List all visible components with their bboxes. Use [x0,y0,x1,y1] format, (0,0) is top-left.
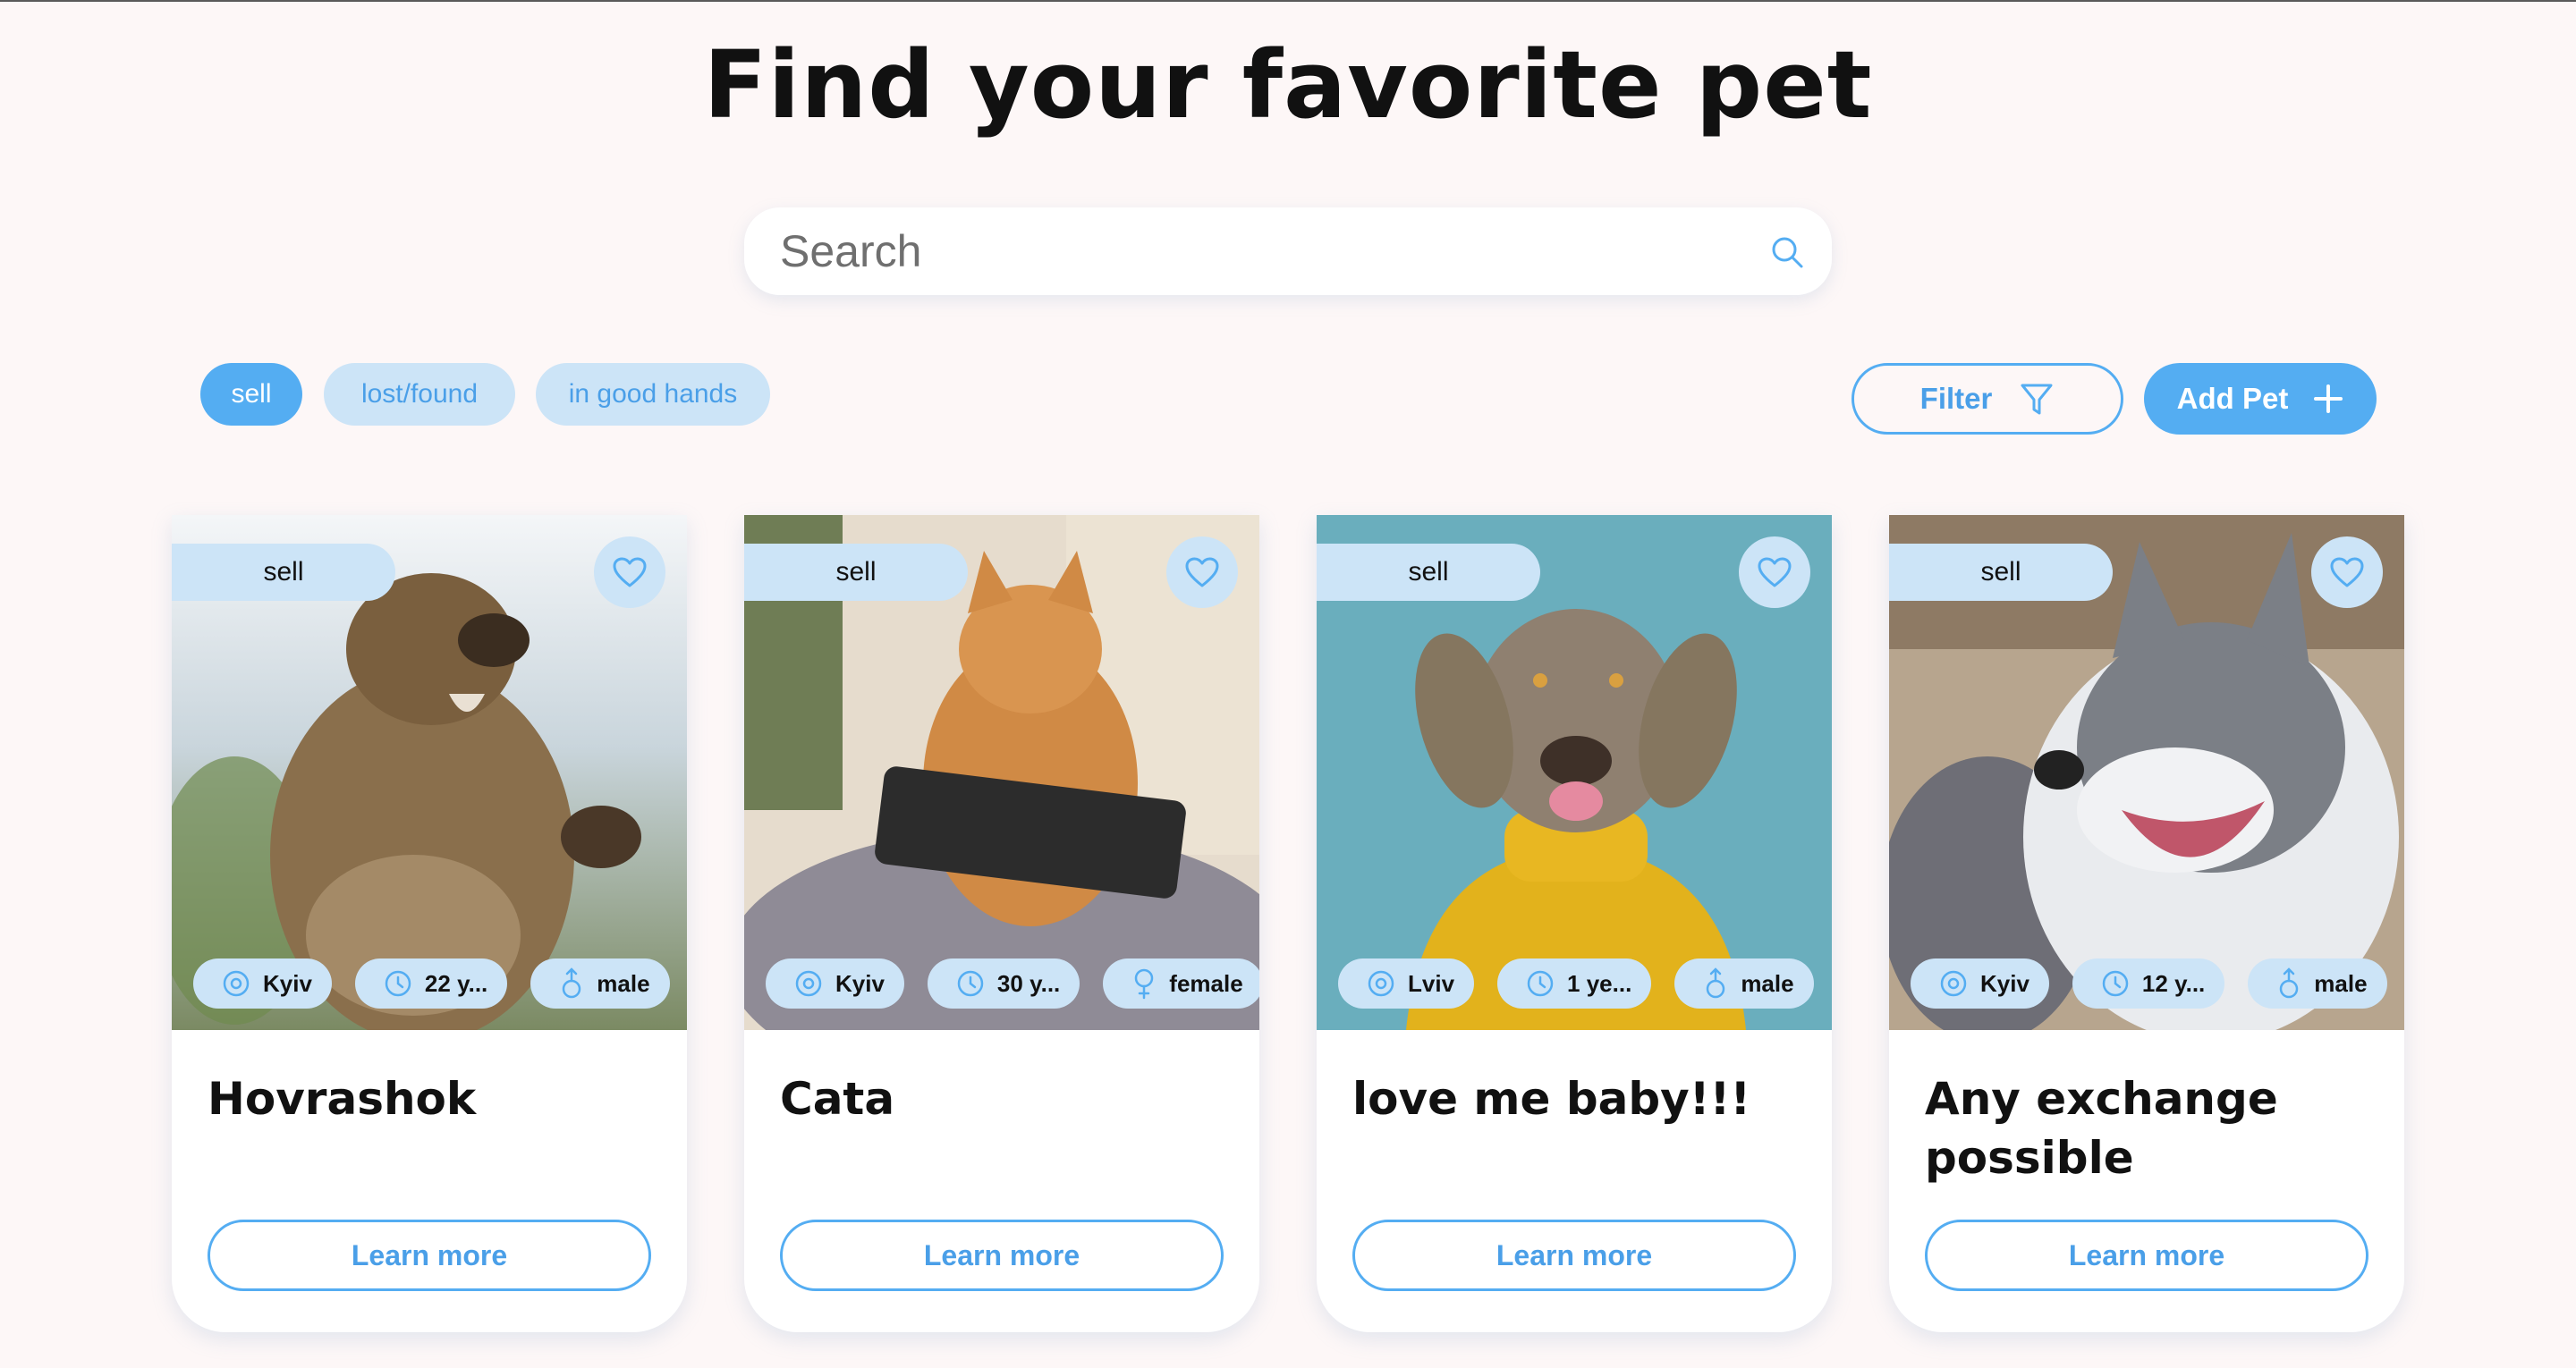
pet-info-tags: Lviv 1 ye... male [1338,958,1814,1009]
learn-more-button[interactable]: Learn more [1925,1220,2368,1291]
page-title: Find your favorite pet [703,30,1873,139]
location-tag: Lviv [1338,958,1475,1009]
age-label: 1 ye... [1567,969,1632,997]
heart-icon [2330,557,2364,587]
pet-card: sell Kyiv 30 y... female Cata Learn more [744,515,1259,1332]
search-icon[interactable] [1769,234,1805,270]
male-icon [563,967,581,999]
age-tag: 12 y... [2072,958,2225,1009]
location-label: Lviv [1408,969,1455,997]
age-label: 12 y... [2141,969,2206,997]
age-tag: 22 y... [354,958,508,1009]
heart-icon [613,557,647,587]
funnel-icon [2021,384,2053,415]
category-badge: sell [1889,544,2113,601]
pet-photo[interactable]: sell Kyiv 12 y... male [1889,515,2404,1030]
pet-title: Hovrashok [208,1073,477,1125]
sex-label: male [597,969,650,997]
female-icon [1135,968,1154,1000]
location-label: Kyiv [1980,969,2029,997]
pet-title: love me baby!!! [1352,1073,1751,1125]
favorite-button[interactable] [594,536,665,608]
pet-photo[interactable]: sell Kyiv 22 y... male [172,515,687,1030]
pet-info-tags: Kyiv 22 y... male [193,958,670,1009]
location-tag: Kyiv [766,958,904,1009]
age-tag: 30 y... [927,958,1080,1009]
location-pin-icon [795,970,822,997]
clock-icon [2102,970,2129,997]
sex-label: male [1741,969,1794,997]
add-pet-label: Add Pet [2176,382,2289,415]
filter-button[interactable]: Filter [1852,363,2123,435]
age-label: 30 y... [996,969,1061,997]
clock-icon [957,970,984,997]
sex-tag: male [530,958,670,1009]
sex-label: male [2314,969,2368,997]
location-label: Kyiv [263,969,312,997]
sex-tag: female [1103,958,1259,1009]
filter-label: Filter [1919,382,1993,415]
location-pin-icon [1368,970,1394,997]
male-icon [2280,967,2299,999]
pet-card: sell Kyiv 22 y... male Hovrashok Learn m… [172,515,687,1332]
page: Find your favorite pet sell lost/found i… [0,0,2576,1368]
pet-title: Cata [780,1073,895,1125]
pet-card: sell Lviv 1 ye... male love me baby!!! L… [1317,515,1832,1332]
location-label: Kyiv [835,969,885,997]
learn-more-button[interactable]: Learn more [1352,1220,1796,1291]
category-sell[interactable]: sell [200,363,302,426]
category-badge: sell [172,544,395,601]
pet-card: sell Kyiv 12 y... male Any exchange poss… [1889,515,2404,1332]
age-tag: 1 ye... [1497,958,1652,1009]
clock-icon [385,970,411,997]
favorite-button[interactable] [1166,536,1238,608]
category-badge: sell [744,544,968,601]
pet-title: Any exchange possible [1925,1073,2278,1184]
location-pin-icon [1940,970,1967,997]
sex-tag: male [2248,958,2387,1009]
learn-more-button[interactable]: Learn more [208,1220,651,1291]
pet-info-tags: Kyiv 12 y... male [1911,958,2387,1009]
heart-icon [1758,557,1792,587]
location-pin-icon [223,970,250,997]
category-badge: sell [1317,544,1540,601]
add-pet-button[interactable]: Add Pet [2144,363,2377,435]
pet-photo[interactable]: sell Lviv 1 ye... male [1317,515,1832,1030]
plus-icon [2314,384,2343,413]
favorite-button[interactable] [2311,536,2383,608]
age-label: 22 y... [424,969,488,997]
clock-icon [1527,970,1554,997]
location-tag: Kyiv [193,958,332,1009]
heart-icon [1185,557,1219,587]
sex-label: female [1169,969,1243,997]
learn-more-button[interactable]: Learn more [780,1220,1224,1291]
search-input[interactable] [780,207,1746,295]
category-in-good-hands[interactable]: in good hands [536,363,770,426]
category-lost-found[interactable]: lost/found [324,363,515,426]
search-bar [744,207,1832,295]
pet-info-tags: Kyiv 30 y... female [766,958,1259,1009]
pet-photo[interactable]: sell Kyiv 30 y... female [744,515,1259,1030]
favorite-button[interactable] [1739,536,1810,608]
male-icon [1707,967,1725,999]
location-tag: Kyiv [1911,958,2049,1009]
sex-tag: male [1674,958,1814,1009]
